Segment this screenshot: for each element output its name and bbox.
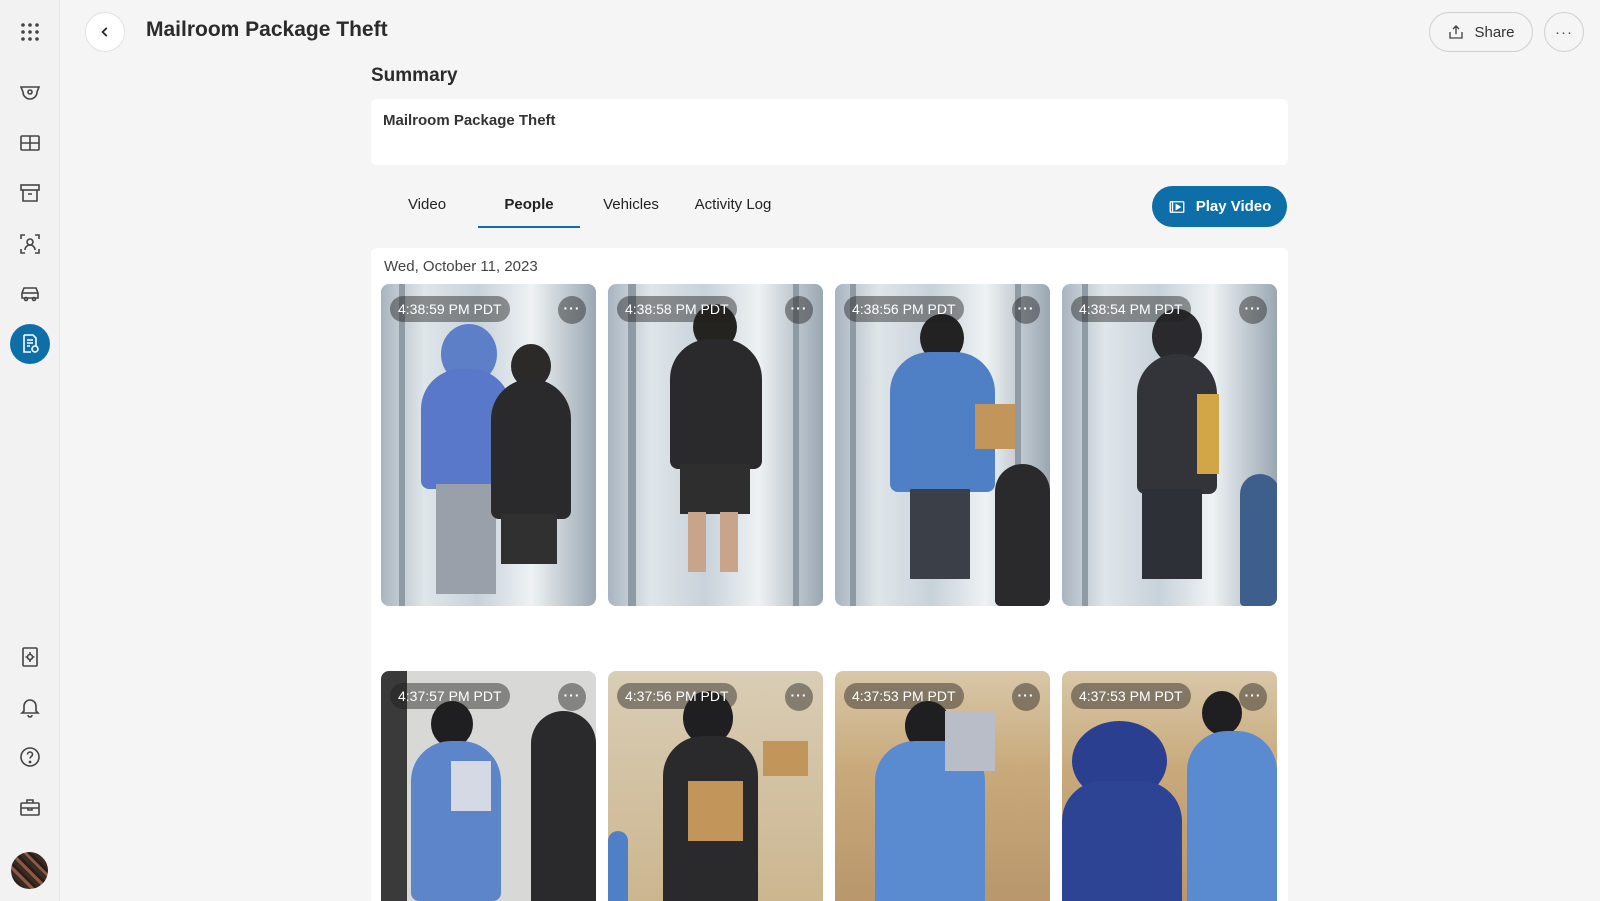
more-options-button[interactable]: ···	[1544, 12, 1584, 52]
case-document-icon[interactable]	[10, 324, 50, 364]
thumbnail-menu-button[interactable]: ···	[1012, 683, 1040, 711]
person-thumbnail[interactable]: 4:37:56 PM PDT ···	[608, 671, 823, 901]
thumbnail-timestamp: 4:37:56 PM PDT	[617, 683, 737, 709]
chevron-left-icon	[101, 27, 108, 37]
thumbnail-menu-button[interactable]: ···	[785, 296, 813, 324]
thumbnail-menu-button[interactable]: ···	[558, 296, 586, 324]
avatar[interactable]	[11, 852, 48, 889]
back-button[interactable]	[85, 12, 125, 52]
summary-text[interactable]: Mailroom Package Theft	[371, 99, 1288, 165]
share-button[interactable]: Share	[1429, 12, 1533, 52]
date-label: Wed, October 11, 2023	[384, 258, 538, 275]
person-thumbnail[interactable]: 4:37:53 PM PDT ···	[1062, 671, 1277, 901]
video-play-icon	[1169, 200, 1185, 213]
thumbnail-timestamp: 4:38:56 PM PDT	[844, 296, 964, 322]
settings-document-icon[interactable]	[10, 637, 50, 677]
sidebar	[0, 0, 60, 901]
play-video-button[interactable]: Play Video	[1152, 186, 1287, 227]
archive-icon[interactable]	[10, 173, 50, 213]
thumbnail-menu-button[interactable]: ···	[1012, 296, 1040, 324]
thumbnail-timestamp: 4:38:54 PM PDT	[1071, 296, 1191, 322]
person-thumbnail[interactable]: 4:37:57 PM PDT ···	[381, 671, 596, 901]
person-thumbnail[interactable]: 4:37:53 PM PDT ···	[835, 671, 1050, 901]
apps-grid-icon[interactable]	[10, 12, 50, 52]
vehicle-icon[interactable]	[10, 274, 50, 314]
thumbnail-timestamp: 4:37:53 PM PDT	[1071, 683, 1191, 709]
play-video-label: Play Video	[1195, 198, 1272, 215]
thumbnail-menu-button[interactable]: ···	[1239, 683, 1267, 711]
toolbox-icon[interactable]	[10, 787, 50, 827]
share-icon	[1449, 25, 1464, 39]
share-label: Share	[1474, 23, 1515, 41]
thumbnail-timestamp: 4:38:58 PM PDT	[617, 296, 737, 322]
person-thumbnail[interactable]: 4:38:54 PM PDT ···	[1062, 284, 1277, 606]
thumbnail-timestamp: 4:38:59 PM PDT	[390, 296, 510, 322]
tab-activity-log[interactable]: Activity Log	[688, 196, 778, 228]
summary-heading: Summary	[371, 65, 458, 86]
camera-dome-icon[interactable]	[10, 72, 50, 112]
layout-grid-icon[interactable]	[10, 123, 50, 163]
thumbnail-menu-button[interactable]: ···	[1239, 296, 1267, 324]
person-scan-icon[interactable]	[10, 224, 50, 264]
thumbnail-timestamp: 4:37:53 PM PDT	[844, 683, 964, 709]
bell-icon[interactable]	[10, 687, 50, 727]
thumbnail-menu-button[interactable]: ···	[558, 683, 586, 711]
tab-video[interactable]: Video	[394, 196, 460, 228]
help-icon[interactable]	[10, 737, 50, 777]
thumbnail-timestamp: 4:37:57 PM PDT	[390, 683, 510, 709]
person-thumbnail[interactable]: 4:38:58 PM PDT ···	[608, 284, 823, 606]
page-title: Mailroom Package Theft	[146, 18, 388, 41]
person-thumbnail[interactable]: 4:38:59 PM PDT ···	[381, 284, 596, 606]
tab-vehicles[interactable]: Vehicles	[596, 196, 666, 228]
person-thumbnail[interactable]: 4:38:56 PM PDT ···	[835, 284, 1050, 606]
thumbnail-menu-button[interactable]: ···	[785, 683, 813, 711]
tab-people[interactable]: People	[478, 196, 580, 228]
